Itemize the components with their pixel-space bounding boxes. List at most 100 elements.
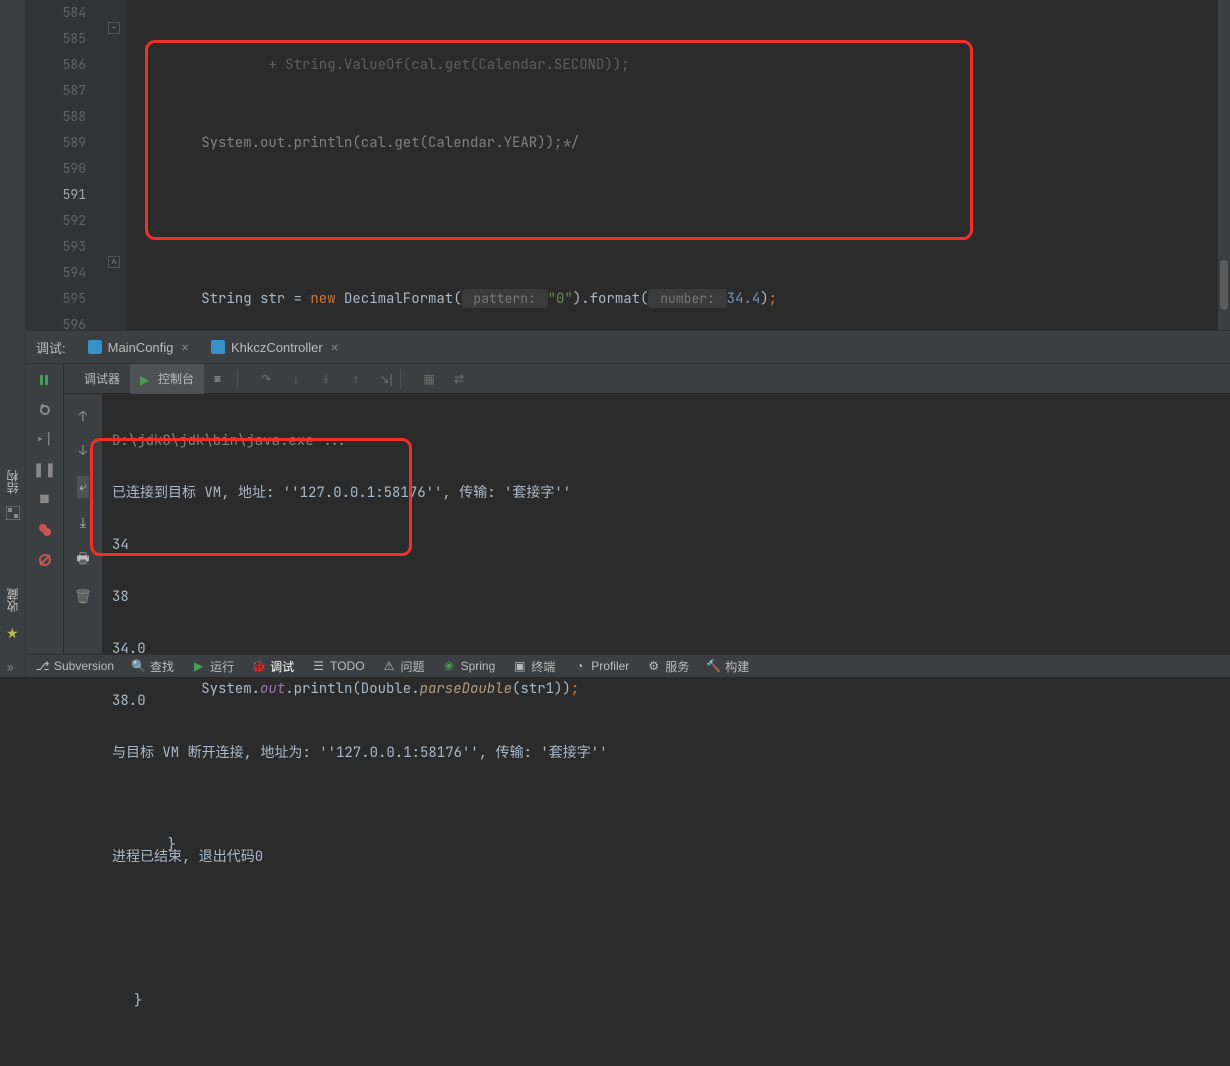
pause-icon[interactable]: ❚❚	[37, 462, 53, 478]
debug-header: 调试: MainConfig × KhkczController ×	[26, 330, 1230, 364]
force-step-into-icon[interactable]: ⤓	[318, 371, 334, 387]
close-icon[interactable]: ×	[181, 340, 189, 355]
fold-end-icon[interactable]: ˄	[108, 256, 120, 268]
breakpoint-icon[interactable]	[37, 522, 53, 538]
label: 问题	[401, 658, 425, 675]
hammer-icon: 🔨	[707, 660, 720, 673]
line-number: 592	[26, 208, 86, 234]
line-number-current: 591	[26, 182, 86, 208]
print-icon[interactable]: 🖶	[76, 548, 89, 572]
line-number: 586	[26, 52, 86, 78]
find-button[interactable]: 🔍查找	[132, 658, 174, 675]
label: 运行	[210, 658, 234, 675]
line-number: 590	[26, 156, 86, 182]
spring-button[interactable]: ❀ Spring	[443, 659, 496, 673]
favorites-label[interactable]: 收藏	[4, 588, 21, 612]
config-icon	[88, 340, 102, 354]
code-text: System.out.println(cal.get(Calendar.YEAR…	[134, 134, 579, 152]
console-output[interactable]: D:\jdk8\jdk\bin\java.exe ... 已连接到目标 VM, …	[102, 394, 1230, 654]
code-text: DecimalFormat(	[336, 290, 462, 308]
debug-subtabs: 调试器 ▶ 控制台 ≡ ↷ ↓ ⤓ ↑ ↘| ▦ ⇄	[64, 364, 1230, 394]
code-area[interactable]: + String.ValueOf(cal.get(Calendar.SECOND…	[126, 0, 1230, 330]
threads-icon[interactable]: ≡	[204, 364, 231, 394]
tab-label: MainConfig	[108, 340, 174, 355]
evaluate-icon[interactable]: ▦	[421, 371, 437, 387]
resume-icon[interactable]: ▸|	[37, 432, 53, 448]
scroll-end-icon[interactable]: ⤓	[80, 514, 86, 532]
line-number: 585	[26, 26, 86, 52]
wrap-icon[interactable]: ⤶	[77, 476, 89, 498]
terminal-button[interactable]: ▣终端	[513, 658, 555, 675]
scrollbar-thumb[interactable]	[1220, 260, 1228, 310]
todo-icon: ☰	[312, 660, 325, 673]
clear-icon[interactable]: 🗑	[74, 588, 92, 606]
line-number: 595	[26, 286, 86, 312]
code-text: )	[760, 290, 768, 308]
param-hint: pattern:	[462, 289, 548, 308]
run-button[interactable]: ▶ 运行	[192, 658, 234, 675]
line-number: 589	[26, 130, 86, 156]
tab-label: 调试器	[84, 370, 120, 387]
settings-icon[interactable]	[37, 402, 53, 418]
play-icon: ▶	[192, 660, 205, 673]
fold-icon[interactable]: −	[108, 22, 120, 34]
tab-label: 控制台	[158, 370, 194, 387]
spring-icon: ❀	[443, 660, 456, 673]
debug-button[interactable]: 🐞调试	[252, 658, 294, 675]
stop-icon[interactable]: ■	[37, 492, 53, 508]
more-icon[interactable]: »	[7, 661, 14, 675]
close-icon[interactable]: ×	[331, 340, 339, 355]
profiler-icon: ◔	[573, 660, 586, 673]
label: Spring	[461, 659, 496, 673]
subversion-button[interactable]: ⎇Subversion	[36, 659, 114, 673]
down-icon[interactable]: ↓	[79, 442, 87, 460]
console-tab[interactable]: ▶ 控制台	[130, 364, 204, 394]
console-line: 38	[112, 584, 1220, 610]
code-text	[126, 208, 1230, 234]
label: 终端	[531, 658, 555, 675]
profiler-button[interactable]: ◔ Profiler	[573, 659, 629, 673]
structure-icon[interactable]	[6, 506, 20, 520]
console-line: 34	[112, 532, 1220, 558]
play-icon: ▶	[140, 373, 152, 385]
step-over-icon[interactable]: ↷	[258, 371, 274, 387]
mute-breakpoints-icon[interactable]	[37, 552, 53, 568]
services-button[interactable]: ⚙服务	[647, 658, 689, 675]
semicolon: ;	[769, 290, 777, 308]
console-line: 已连接到目标 VM, 地址: ''127.0.0.1:58176'', 传输: …	[112, 480, 1220, 506]
structure-label[interactable]: 结构	[4, 470, 21, 494]
todo-button[interactable]: ☰TODO	[312, 659, 364, 673]
console-line: 38.0	[112, 688, 1220, 714]
line-gutter: 584 585 586 587 588 589 590 591 592 593 …	[26, 0, 106, 330]
rerun-icon[interactable]	[37, 372, 53, 388]
trace-icon[interactable]: ⇄	[451, 371, 467, 387]
editor-area: 584 585 586 587 588 589 590 591 592 593 …	[26, 0, 1230, 330]
warning-icon: ⚠	[383, 660, 396, 673]
config-icon	[211, 340, 225, 354]
editor-scrollbar[interactable]	[1218, 0, 1230, 330]
left-tool-strip: 结构 收藏 ★ »	[0, 0, 26, 677]
debug-label: 调试:	[36, 338, 66, 357]
console-line: 进程已结束, 退出代码0	[112, 844, 1220, 870]
console-line	[112, 792, 1220, 818]
favorites-icon[interactable]: ★	[6, 625, 20, 639]
debug-tab-mainconfig[interactable]: MainConfig ×	[80, 334, 197, 360]
debugger-tab[interactable]: 调试器	[74, 364, 130, 394]
param-hint: number:	[648, 289, 726, 308]
step-out-icon[interactable]: ↑	[348, 371, 364, 387]
console-tool-column: ↑ ↓ ⤶ ⤓ 🖶 🗑	[64, 394, 102, 654]
step-into-icon[interactable]: ↓	[288, 371, 304, 387]
bottom-toolbar: ⎇Subversion 🔍查找 ▶ 运行 🐞调试 ☰TODO ⚠ 问题 ❀ Sprin…	[26, 654, 1230, 677]
problems-button[interactable]: ⚠ 问题	[383, 658, 425, 675]
services-icon: ⚙	[647, 660, 660, 673]
up-icon[interactable]: ↑	[79, 408, 87, 426]
code-text: + String.ValueOf(cal.get(Calendar.SECOND…	[134, 56, 630, 74]
line-number: 588	[26, 104, 86, 130]
debug-tab-controller[interactable]: KhkczController ×	[203, 334, 346, 360]
run-to-cursor-icon[interactable]: ↘|	[378, 371, 394, 387]
bug-icon: 🐞	[252, 660, 265, 673]
label: Profiler	[591, 659, 629, 673]
fold-column: − ˄	[106, 0, 126, 330]
console-line: D:\jdk8\jdk\bin\java.exe ...	[112, 428, 1220, 454]
build-button[interactable]: 🔨构建	[707, 658, 749, 675]
